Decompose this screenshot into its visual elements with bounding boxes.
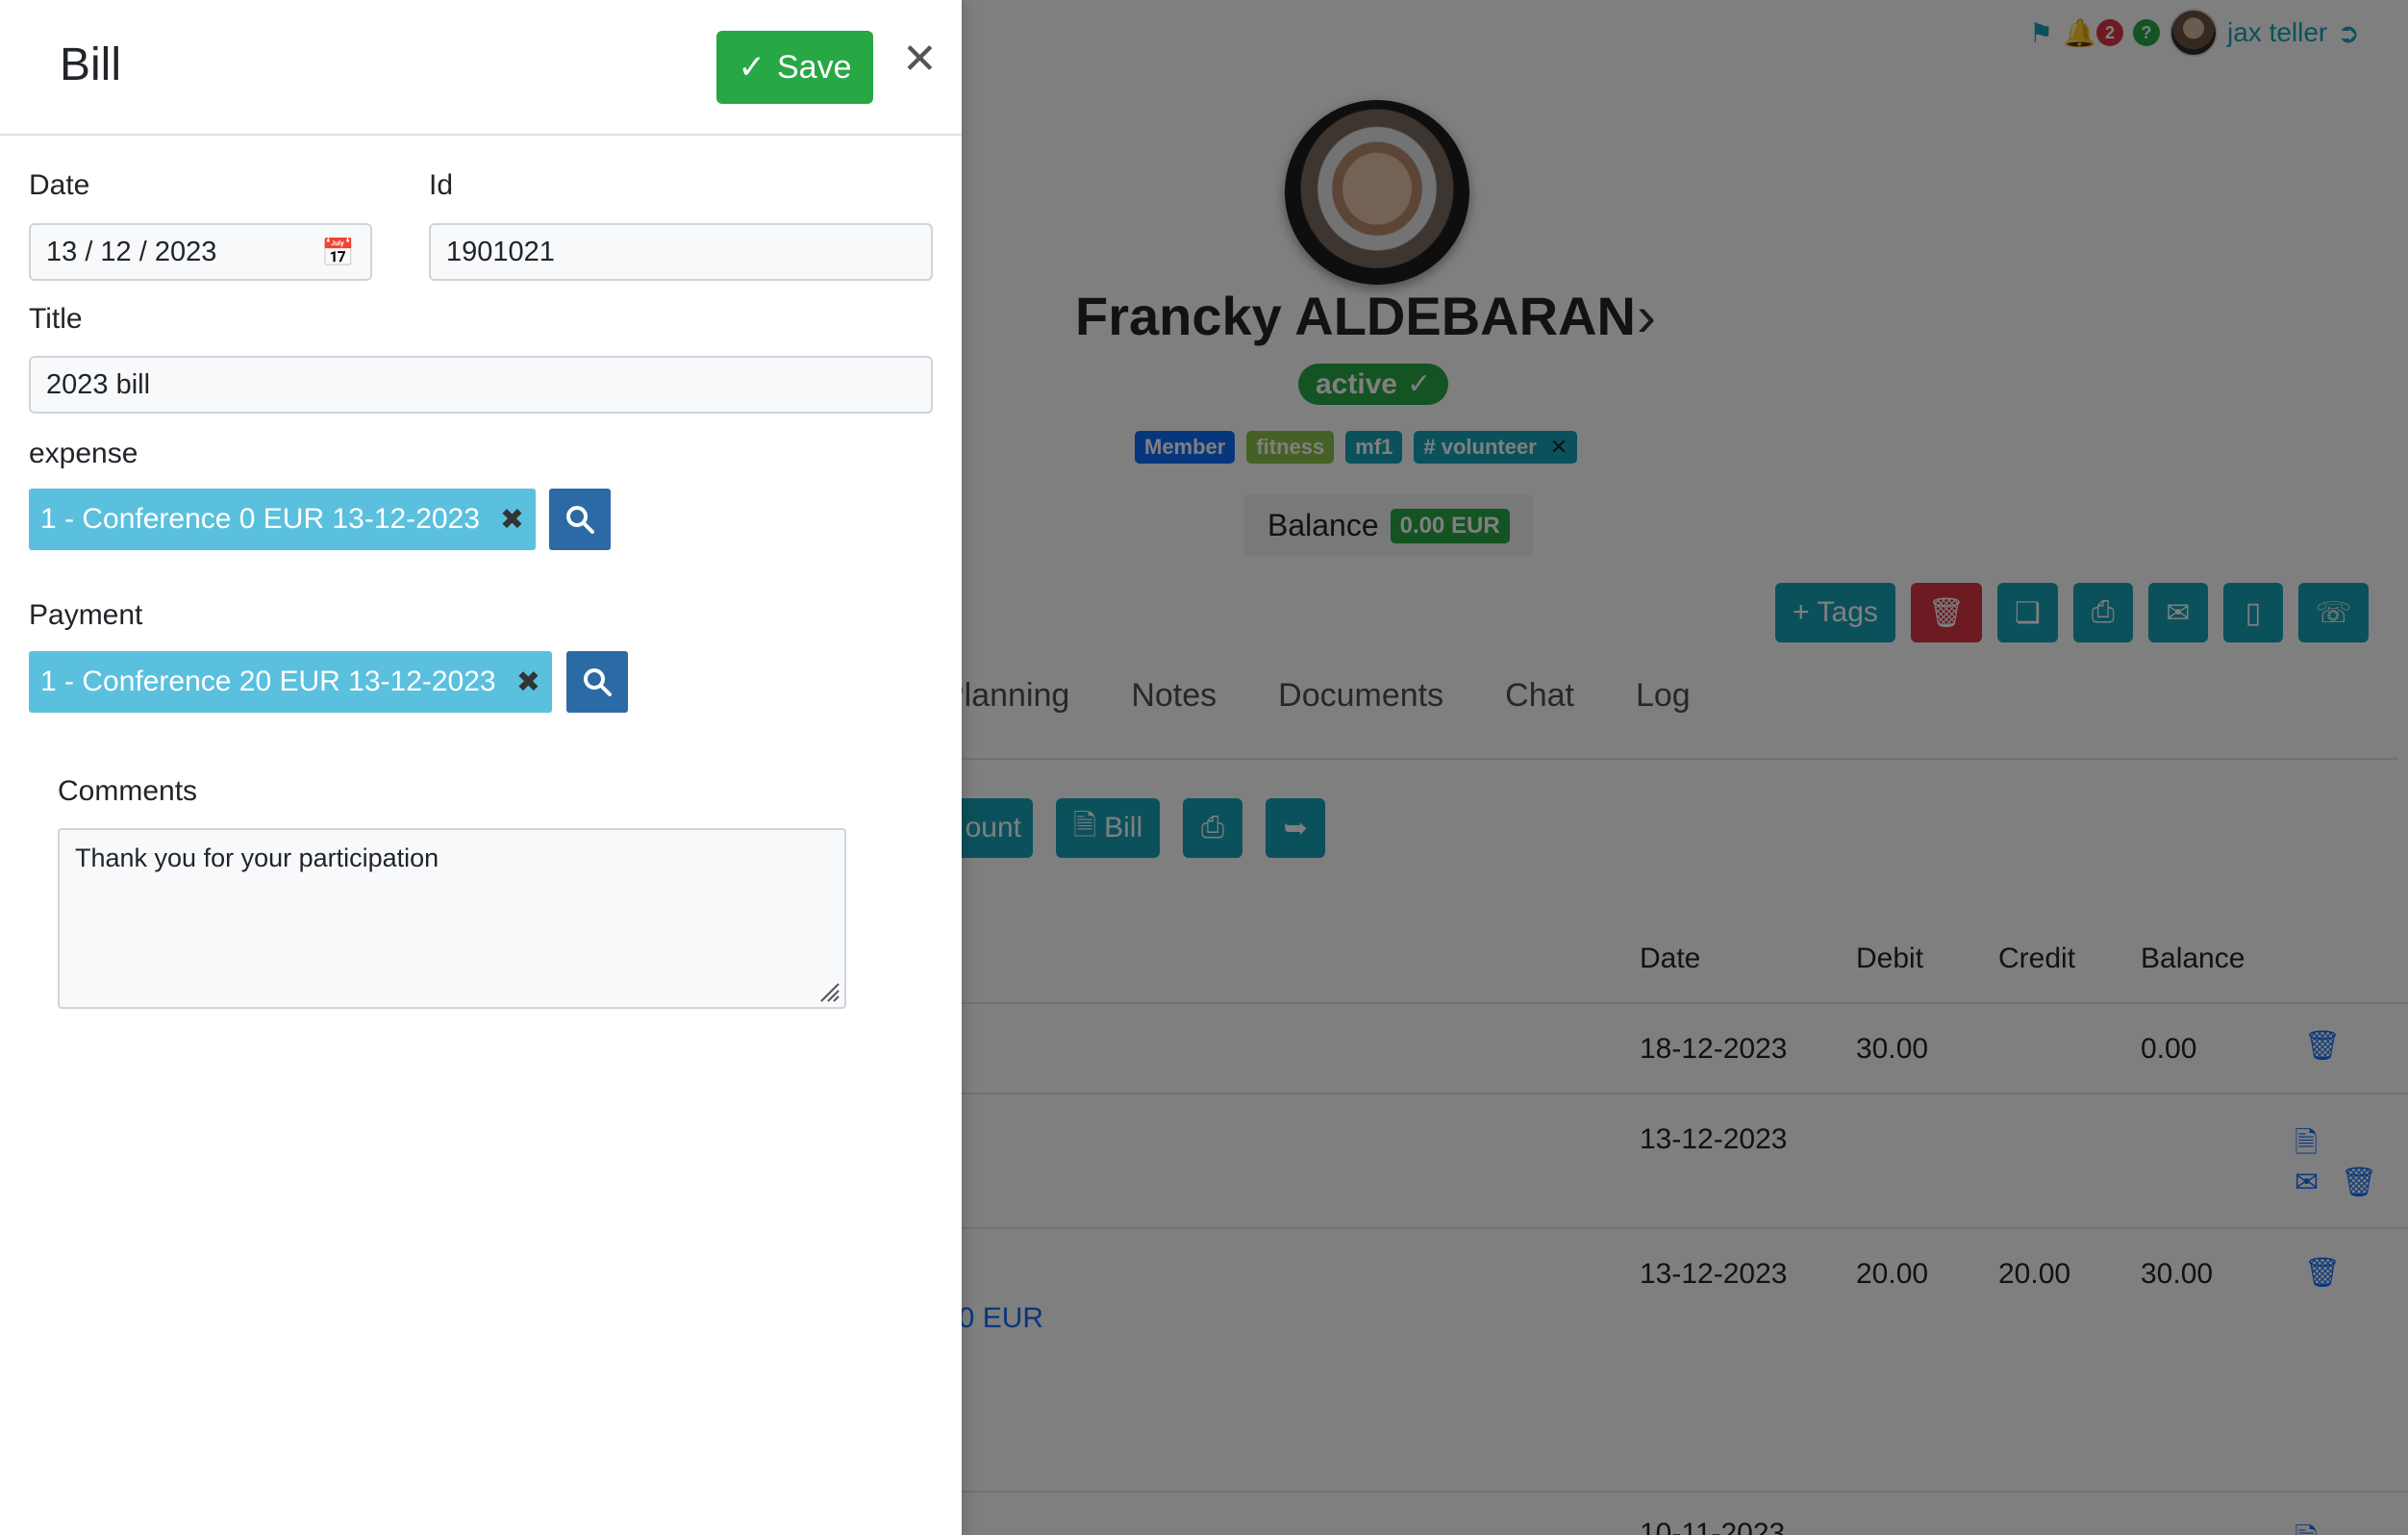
calendar-icon[interactable]: 📅 <box>321 237 355 268</box>
title-label: Title <box>29 303 83 335</box>
drawer-title: Bill <box>60 39 122 90</box>
date-value: 13 / 12 / 2023 <box>46 236 217 267</box>
comments-label: Comments <box>58 775 198 807</box>
title-value: 2023 bill <box>46 368 151 400</box>
resize-handle-icon[interactable] <box>817 980 840 1003</box>
expense-selected-chip[interactable]: 1 - Conference 0 EUR 13-12-2023 ✖ <box>29 489 536 550</box>
save-button-label: Save <box>777 48 852 86</box>
close-icon[interactable]: ✕ <box>902 35 938 84</box>
remove-payment-icon[interactable]: ✖ <box>516 666 540 699</box>
check-icon: ✓ <box>738 49 766 86</box>
expense-search-button[interactable] <box>549 489 611 550</box>
id-field[interactable]: 1901021 <box>429 223 933 281</box>
search-icon <box>584 668 612 696</box>
id-label: Id <box>429 169 454 201</box>
comments-value: Thank you for your participation <box>75 843 439 872</box>
remove-expense-icon[interactable]: ✖ <box>500 503 524 537</box>
expense-label: expense <box>29 438 138 469</box>
save-button[interactable]: ✓ Save <box>716 31 873 104</box>
payment-search-button[interactable] <box>566 651 628 713</box>
payment-label: Payment <box>29 599 143 631</box>
comments-textarea[interactable]: Thank you for your participation <box>58 828 846 1009</box>
date-label: Date <box>29 169 90 201</box>
title-field[interactable]: 2023 bill <box>29 356 933 414</box>
expense-chip-label: 1 - Conference 0 EUR 13-12-2023 <box>40 503 480 535</box>
drawer-header: Bill ✓ Save ✕ <box>0 0 962 136</box>
bill-drawer: Bill ✓ Save ✕ Date 13 / 12 / 2023 📅 Id 1… <box>0 0 962 1535</box>
date-field[interactable]: 13 / 12 / 2023 📅 <box>29 223 372 281</box>
payment-selected-chip[interactable]: 1 - Conference 20 EUR 13-12-2023 ✖ <box>29 651 552 713</box>
id-value: 1901021 <box>446 236 555 267</box>
payment-chip-label: 1 - Conference 20 EUR 13-12-2023 <box>40 666 496 697</box>
search-icon <box>566 506 594 534</box>
